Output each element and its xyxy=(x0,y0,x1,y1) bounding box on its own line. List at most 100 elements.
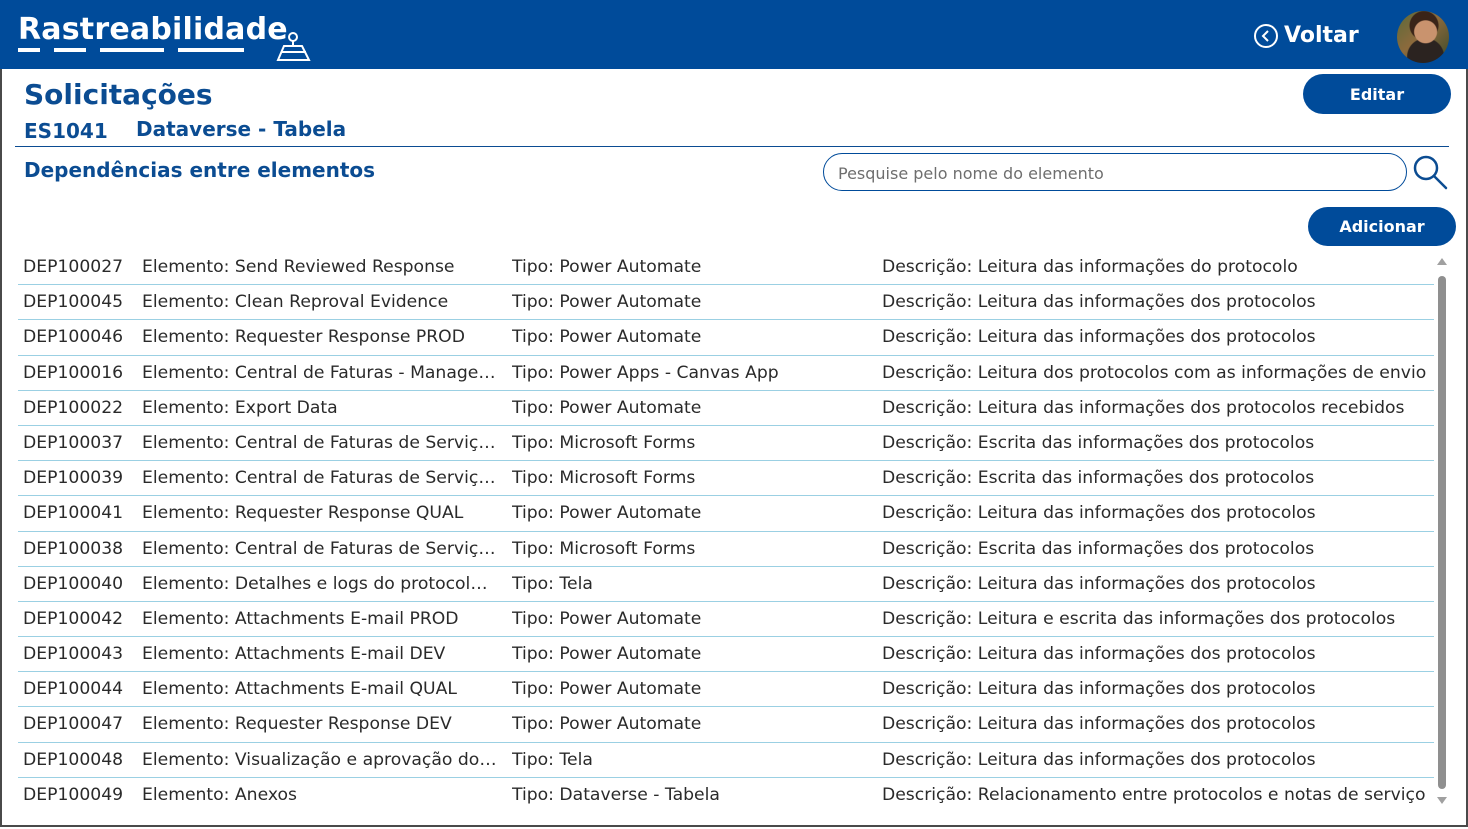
dependency-id: DEP100047 xyxy=(23,714,124,735)
dependency-element: Elemento: Export Data xyxy=(142,397,338,418)
dependency-type: Tipo: Microsoft Forms xyxy=(512,432,696,453)
dependency-row[interactable]: DEP100037 Elemento: Central de Faturas de… xyxy=(18,426,1434,462)
dependency-description: Descrição: Leitura e escrita das informa… xyxy=(882,608,1396,629)
dependency-type: Tipo: Power Automate xyxy=(512,644,702,665)
map-pin-icon xyxy=(276,32,311,61)
dependency-id: DEP100041 xyxy=(23,503,124,524)
dependency-id: DEP100027 xyxy=(23,257,124,277)
scrollbar-thumb[interactable] xyxy=(1438,276,1446,789)
dependency-element: Elemento: Central de Faturas de Serviços… xyxy=(142,538,497,559)
dependency-row[interactable]: DEP100044 Elemento: Attachments E-mail QU… xyxy=(18,672,1434,708)
dependencies-list: DEP100027 Elemento: Send Reviewed Respons… xyxy=(18,250,1434,820)
scroll-up-icon[interactable] xyxy=(1437,258,1447,265)
user-avatar[interactable] xyxy=(1397,11,1449,63)
dependency-id: DEP100037 xyxy=(23,432,124,453)
dependency-element: Elemento: Anexos xyxy=(142,784,297,805)
header-divider xyxy=(15,146,1449,147)
dependency-element: Elemento: Detalhes e logs do protocolo .… xyxy=(142,573,497,594)
dependency-type: Tipo: Microsoft Forms xyxy=(512,468,696,489)
dependency-id: DEP100016 xyxy=(23,362,124,383)
back-button[interactable]: Voltar xyxy=(1254,23,1359,48)
page-title: Solicitações xyxy=(24,78,213,111)
dependency-type: Tipo: Microsoft Forms xyxy=(512,538,696,559)
dependency-description: Descrição: Leitura das informações dos p… xyxy=(882,679,1316,700)
dependency-element: Elemento: Attachments E-mail DEV xyxy=(142,644,446,665)
dependency-element: Elemento: Clean Reproval Evidence xyxy=(142,292,449,313)
dependency-description: Descrição: Leitura das informações dos p… xyxy=(882,644,1316,665)
dependency-row[interactable]: DEP100038 Elemento: Central de Faturas de… xyxy=(18,532,1434,567)
dependency-element: Elemento: Send Reviewed Response xyxy=(142,257,455,277)
dependency-description: Descrição: Leitura das informações dos p… xyxy=(882,749,1316,770)
dependency-element: Elemento: Central de Faturas de Serviços… xyxy=(142,432,497,453)
dependency-type: Tipo: Power Automate xyxy=(512,503,702,524)
dependency-element: Elemento: Visualização e aprovação do p.… xyxy=(142,749,497,770)
edit-button[interactable]: Editar xyxy=(1303,74,1451,114)
search-icon[interactable] xyxy=(1412,154,1448,190)
dependency-element: Elemento: Attachments E-mail QUAL xyxy=(142,679,457,700)
dependency-type: Tipo: Power Automate xyxy=(512,327,702,348)
dependency-row[interactable]: DEP100016 Elemento: Central de Faturas - … xyxy=(18,356,1434,391)
dependency-row[interactable]: DEP100049 Elemento: Anexos Tipo: Dataverse… xyxy=(18,778,1434,813)
dependency-row[interactable]: DEP100039 Elemento: Central de Faturas de… xyxy=(18,461,1434,497)
add-button[interactable]: Adicionar xyxy=(1308,207,1456,246)
dependency-id: DEP100022 xyxy=(23,397,124,418)
dependency-element: Elemento: Requester Response DEV xyxy=(142,714,452,735)
dependency-description: Descrição: Escrita das informações dos p… xyxy=(882,468,1315,489)
dependency-row[interactable]: DEP100047 Elemento: Requester Response DE… xyxy=(18,707,1434,743)
back-button-label: Voltar xyxy=(1284,23,1359,48)
app-brand-title: Rastreabilidade xyxy=(18,12,288,47)
dependency-element: Elemento: Central de Faturas - Managem..… xyxy=(142,362,497,383)
dependency-row[interactable]: DEP100027 Elemento: Send Reviewed Respons… xyxy=(18,250,1434,286)
dependency-row[interactable]: DEP100043 Elemento: Attachments E-mail DE… xyxy=(18,637,1434,673)
scroll-down-icon[interactable] xyxy=(1437,797,1447,804)
dependency-id: DEP100045 xyxy=(23,292,124,313)
dependency-id: DEP100040 xyxy=(23,573,124,594)
dependency-description: Descrição: Leitura das informações dos p… xyxy=(882,397,1405,418)
dependency-element: Elemento: Attachments E-mail PROD xyxy=(142,608,459,629)
dependency-description: Descrição: Relacionamento entre protocol… xyxy=(882,784,1426,805)
request-type: Dataverse - Tabela xyxy=(136,117,347,141)
dependency-type: Tipo: Power Automate xyxy=(512,257,702,277)
dependency-row[interactable]: DEP100022 Elemento: Export Data Tipo: Powe… xyxy=(18,391,1434,426)
dependency-description: Descrição: Leitura das informações dos p… xyxy=(882,714,1316,735)
dependency-description: Descrição: Leitura das informações do pr… xyxy=(882,257,1298,277)
search-box xyxy=(823,153,1407,192)
brand-underline xyxy=(18,48,244,52)
dependency-type: Tipo: Power Automate xyxy=(512,397,702,418)
dependency-description: Descrição: Leitura das informações dos p… xyxy=(882,573,1316,594)
dependency-id: DEP100046 xyxy=(23,327,124,348)
dependency-description: Descrição: Escrita das informações dos p… xyxy=(882,538,1315,559)
dependency-id: DEP100044 xyxy=(23,679,124,700)
dependency-id: DEP100043 xyxy=(23,644,124,665)
request-id: ES1041 xyxy=(24,119,108,143)
dependency-type: Tipo: Tela xyxy=(512,749,593,770)
dependency-row[interactable]: DEP100040 Elemento: Detalhes e logs do pr… xyxy=(18,567,1434,602)
dependency-type: Tipo: Power Apps - Canvas App xyxy=(512,362,779,383)
dependency-id: DEP100039 xyxy=(23,468,124,489)
dependency-id: DEP100038 xyxy=(23,538,124,559)
dependency-row[interactable]: DEP100048 Elemento: Visualização e aprova… xyxy=(18,743,1434,778)
dependency-description: Descrição: Leitura dos protocolos com as… xyxy=(882,362,1427,383)
dependency-element: Elemento: Central de Faturas de Serviços… xyxy=(142,468,497,489)
dependency-id: DEP100048 xyxy=(23,749,124,770)
dependency-row[interactable]: DEP100041 Elemento: Requester Response QU… xyxy=(18,496,1434,532)
dependency-description: Descrição: Leitura das informações dos p… xyxy=(882,503,1316,524)
dependency-description: Descrição: Leitura das informações dos p… xyxy=(882,327,1316,348)
dependency-element: Elemento: Requester Response QUAL xyxy=(142,503,464,524)
dependency-type: Tipo: Tela xyxy=(512,573,593,594)
search-input[interactable] xyxy=(836,154,1400,192)
dependency-id: DEP100042 xyxy=(23,608,124,629)
dependency-type: Tipo: Power Automate xyxy=(512,292,702,313)
dependency-type: Tipo: Dataverse - Tabela xyxy=(512,784,720,805)
chevron-left-circle-icon xyxy=(1254,23,1278,48)
app-header: Rastreabilidade Voltar xyxy=(0,0,1468,69)
dependency-type: Tipo: Power Automate xyxy=(512,608,702,629)
dependency-description: Descrição: Escrita das informações dos p… xyxy=(882,432,1315,453)
dependency-row[interactable]: DEP100045 Elemento: Clean Reproval Eviden… xyxy=(18,285,1434,321)
dependency-description: Descrição: Leitura das informações dos p… xyxy=(882,292,1316,313)
section-title: Dependências entre elementos xyxy=(24,158,376,182)
dependency-row[interactable]: DEP100046 Elemento: Requester Response PR… xyxy=(18,320,1434,356)
dependency-row[interactable]: DEP100042 Elemento: Attachments E-mail PR… xyxy=(18,602,1434,638)
dependency-type: Tipo: Power Automate xyxy=(512,714,702,735)
dependency-type: Tipo: Power Automate xyxy=(512,679,702,700)
